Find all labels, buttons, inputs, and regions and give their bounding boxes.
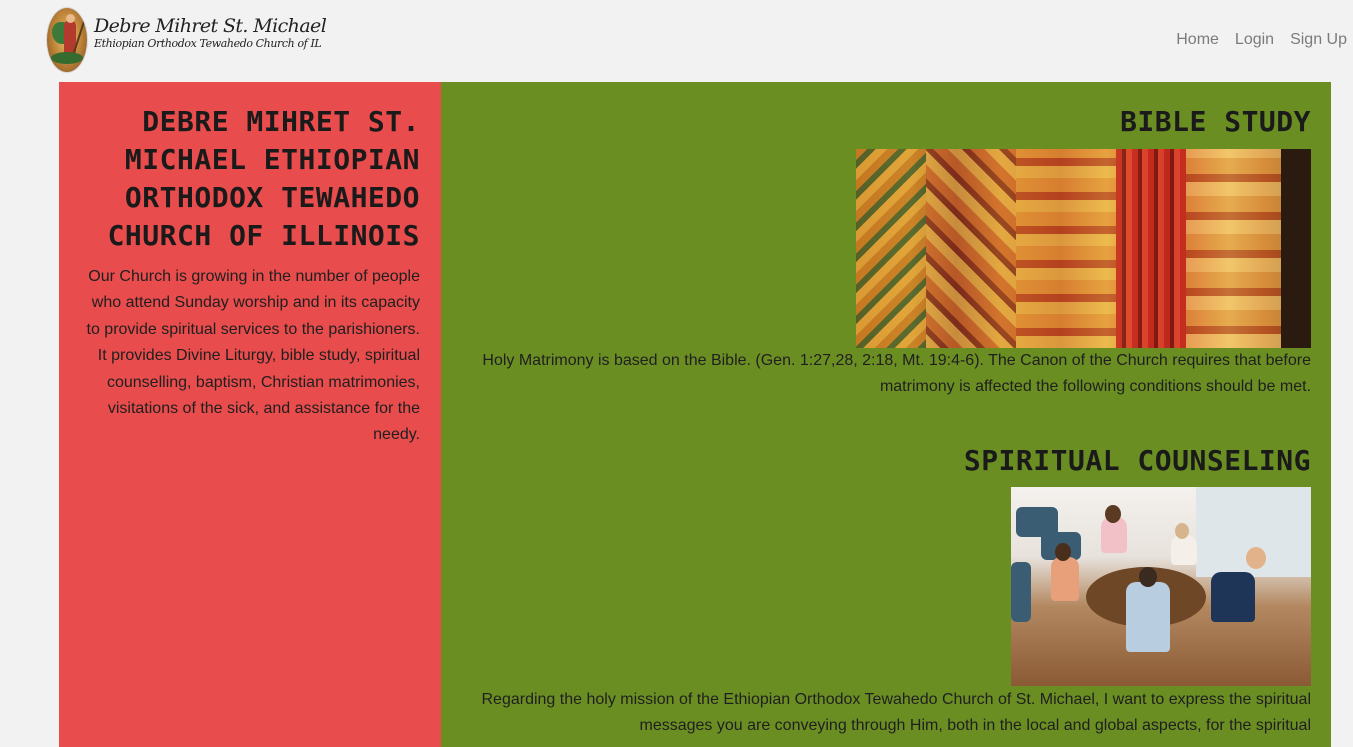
church-title: DEBRE MIHRET ST. MICHAEL ETHIOPIAN ORTHO…: [107, 105, 420, 252]
spiritual-counseling-text: Regarding the holy mission of the Ethiop…: [481, 691, 1312, 735]
group-counseling-meeting-image: [1011, 487, 1311, 686]
brand-title: Debre Mihret St. Michael: [94, 15, 327, 37]
spiritual-counseling-heading: SPIRITUAL COUNSELING: [963, 444, 1311, 477]
bible-study-text: Holy Matrimony is based on the Bible. (G…: [482, 352, 1311, 396]
brand-logo-link[interactable]: Debre Mihret St. Michael Ethiopian Ortho…: [46, 7, 327, 73]
intro-panel: DEBRE MIHRET ST. MICHAEL ETHIOPIAN ORTHO…: [59, 82, 441, 747]
navbar: Debre Mihret St. Michael Ethiopian Ortho…: [0, 0, 1353, 80]
brand-subtitle: Ethiopian Orthodox Tewahedo Church of IL: [94, 37, 322, 50]
church-description: Our Church is growing in the number of p…: [86, 268, 421, 444]
nav-links: Home Login Sign Up: [1176, 31, 1347, 49]
nav-login-link[interactable]: Login: [1235, 31, 1274, 49]
services-panel: BIBLE STUDY Holy Matrimony is based on t…: [441, 82, 1331, 747]
ethiopian-church-mural-image: [856, 149, 1311, 348]
brand-text: Debre Mihret St. Michael Ethiopian Ortho…: [94, 15, 327, 51]
nav-home-link[interactable]: Home: [1176, 31, 1219, 49]
bible-study-heading: BIBLE STUDY: [1120, 105, 1311, 138]
nav-signup-link[interactable]: Sign Up: [1290, 31, 1347, 49]
st-michael-icon: [46, 7, 88, 73]
